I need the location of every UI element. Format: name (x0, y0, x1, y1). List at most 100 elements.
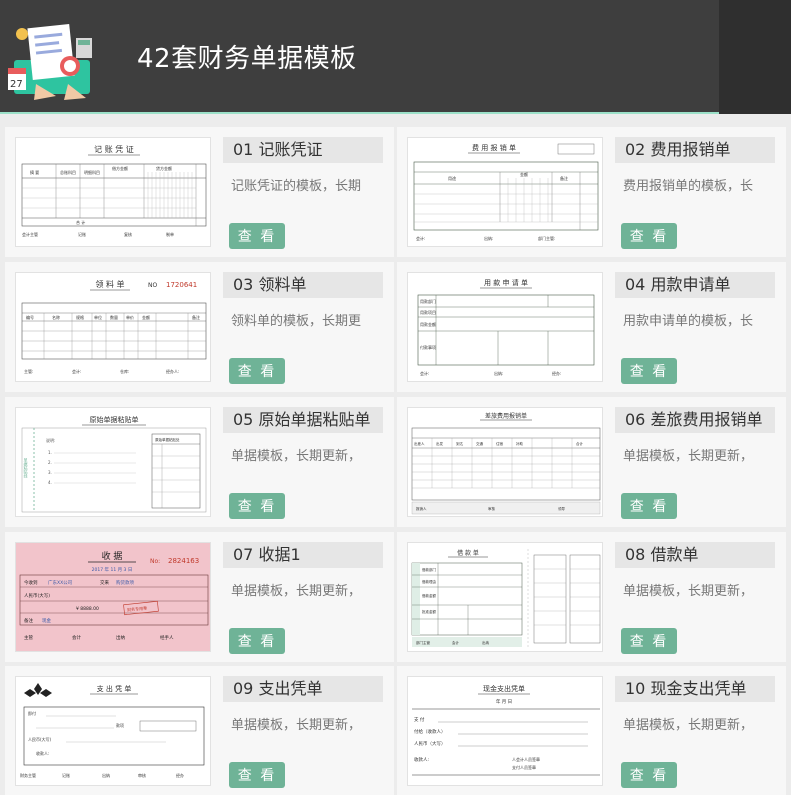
thumb-header: 名称 (52, 314, 60, 320)
thumb-footer: 部门主管 (416, 640, 430, 645)
thumb-footer: 主管 (24, 634, 33, 641)
thumb-row: 用款项目 (420, 309, 436, 315)
card-description: 单据模板，长期更新， (623, 584, 754, 599)
thumb-date: 年 月 日 (496, 698, 512, 705)
thumb-header: 总账科目 (60, 169, 76, 175)
card-title: 06 差旅费用报销单 (615, 407, 775, 433)
thumb-footer: 记账 (78, 231, 86, 237)
thumb-header: 交通 (476, 441, 484, 446)
thumb-row: 借款部门 (422, 567, 436, 572)
view-button[interactable]: 查 看 (229, 358, 285, 384)
thumb-row: 付给（收款人） (414, 728, 446, 735)
card-description: 费用报销单的模板，长 (623, 179, 754, 194)
card-thumbnail[interactable]: 差旅费用报销单 出差人 出发 到达 交通 住宿 补助 合计 报销人 审核 领导 (407, 407, 603, 517)
thumb-header: 补助 (516, 441, 524, 446)
template-card-08: 借 款 单 借款部门 借款理由 借款金额 批准金额 部门主管 会计 出纳 08 … (397, 532, 786, 662)
view-button[interactable]: 查 看 (621, 223, 677, 249)
thumb-row: 款项 (116, 722, 124, 728)
thumb-header: 摘 要 (30, 169, 39, 175)
thumb-footer: 仓库: (120, 368, 129, 374)
thumb-side: 单据粘贴线 (24, 457, 29, 478)
card-description: 单据模板，长期更新， (623, 718, 754, 733)
thumb-footer: 支付人员签章 (512, 764, 536, 770)
card-title: 08 借款单 (615, 542, 775, 568)
template-card-01: 记 账 凭 证 摘 要 总账科目 明细科目 借方金额 贷方金额 合 计 会计主管… (5, 127, 394, 257)
thumb-title: 支 出 凭 单 (97, 684, 132, 693)
card-thumbnail[interactable]: 借 款 单 借款部门 借款理由 借款金额 批准金额 部门主管 会计 出纳 (407, 542, 603, 652)
card-thumbnail[interactable]: 用 款 申 请 单 用款部门 用款项目 用款金额 付款事项 会计: 出纳: 经办… (407, 272, 603, 382)
finance-illustration-icon: 27 (8, 23, 92, 100)
template-card-10: 现金支出凭单 年 月 日 支 付 付给（收款人） 人民币（大写） 收款人: 人会… (397, 666, 786, 795)
thumb-header: 数量 (110, 314, 118, 320)
card-description: 单据模板，长期更新， (623, 449, 754, 464)
template-card-05: 原始单据粘贴单 单据粘贴线 说明: 1. 2. 3. 4. 原始单据粘贴处 05… (5, 397, 394, 527)
thumb-row: 人民币(大写) (28, 736, 52, 742)
thumb-footer: 部门主管: (538, 235, 555, 241)
thumb-header: 编号 (26, 314, 34, 320)
card-title: 04 用款申请单 (615, 272, 775, 298)
thumb-title: 记 账 凭 证 (94, 144, 134, 154)
thumb-no-label: NO (148, 282, 157, 289)
thumb-title: 费 用 报 销 单 (472, 143, 516, 152)
header-shade (719, 0, 791, 114)
thumb-header: 单价 (126, 314, 134, 320)
card-description: 记账凭证的模板，长期 (231, 179, 362, 194)
thumb-header: 明细科目 (84, 169, 100, 175)
card-thumbnail[interactable]: 记 账 凭 证 摘 要 总账科目 明细科目 借方金额 贷方金额 合 计 会计主管… (15, 137, 211, 247)
card-description: 用款申请单的模板，长 (623, 314, 754, 329)
thumb-header: 住宿 (496, 441, 504, 446)
thumb-title: 原始单据粘贴单 (90, 415, 139, 424)
template-card-09: 支 出 凭 单 即付 款项 人民币(大写) 收款人: 财务主管 记账 出纳 审核… (5, 666, 394, 795)
thumb-item: 购货款项 (116, 579, 134, 586)
thumb-footer: 出纳: (494, 370, 503, 376)
thumb-header: 金额 (520, 171, 528, 177)
thumb-header: 出差人 (414, 441, 425, 446)
thumb-footer: 经办: (552, 370, 561, 376)
thumb-row: 人民币（大写） (414, 740, 446, 747)
thumb-footer: 会计主管 (22, 231, 38, 237)
card-title: 07 收据1 (223, 542, 383, 568)
card-title: 01 记账凭证 (223, 137, 383, 163)
thumb-footer: 记账 (62, 772, 70, 778)
page-header: 27 42套财务单据模板 (0, 0, 791, 114)
thumb-footer: 领导 (558, 506, 566, 511)
thumb-no: 2824163 (168, 557, 199, 565)
thumb-footer: 出纳 (482, 640, 490, 645)
thumb-note: 现金 (42, 617, 51, 624)
thumb-header: 规格 (76, 314, 84, 320)
view-button[interactable]: 查 看 (621, 628, 677, 654)
thumb-footer: 经办人: (166, 368, 179, 374)
thumb-title: 用 款 申 请 单 (484, 278, 528, 287)
thumb-item-label: 交来 (100, 579, 109, 586)
thumb-footer: 复核 (124, 231, 132, 237)
card-thumbnail[interactable]: 支 出 凭 单 即付 款项 人民币(大写) 收款人: 财务主管 记账 出纳 审核… (15, 676, 211, 786)
thumb-footer: 审核 (138, 772, 146, 778)
thumb-header: 用途 (448, 175, 456, 181)
thumb-header: 合计 (576, 441, 584, 446)
thumb-footer: 主管: (24, 368, 33, 374)
thumb-note: 1. (48, 450, 52, 455)
view-button[interactable]: 查 看 (621, 762, 677, 788)
card-thumbnail[interactable]: 原始单据粘贴单 单据粘贴线 说明: 1. 2. 3. 4. 原始单据粘贴处 (15, 407, 211, 517)
thumb-footer: 会计 (72, 634, 81, 641)
card-thumbnail[interactable]: 费 用 报 销 单 用途 金额 备注 会计: 出纳: 部门主管: (407, 137, 603, 247)
card-thumbnail[interactable]: 领 料 单 NO 1720641 编号 名称 规格 单位 数量 单价 金额 备注… (15, 272, 211, 382)
view-button[interactable]: 查 看 (621, 493, 677, 519)
template-card-03: 领 料 单 NO 1720641 编号 名称 规格 单位 数量 单价 金额 备注… (5, 262, 394, 392)
svg-text:27: 27 (10, 79, 23, 90)
thumb-footer: 报销人 (416, 506, 427, 511)
thumb-header: 金额 (142, 314, 150, 320)
card-description: 单据模板，长期更新， (231, 449, 362, 464)
view-button[interactable]: 查 看 (621, 358, 677, 384)
card-thumbnail[interactable]: 收 据 No: 2824163 2017 年 11 月 3 日 今收到 广东XX… (15, 542, 211, 652)
view-button[interactable]: 查 看 (229, 762, 285, 788)
card-title: 03 领料单 (223, 272, 383, 298)
view-button[interactable]: 查 看 (229, 628, 285, 654)
view-button[interactable]: 查 看 (229, 493, 285, 519)
thumb-row: 收款人: (36, 750, 49, 756)
card-thumbnail[interactable]: 现金支出凭单 年 月 日 支 付 付给（收款人） 人民币（大写） 收款人: 人会… (407, 676, 603, 786)
view-button[interactable]: 查 看 (229, 223, 285, 249)
card-title: 09 支出凭单 (223, 676, 383, 702)
thumb-row: 批准金额 (422, 609, 436, 614)
thumb-footer: 出纳: (484, 235, 493, 241)
